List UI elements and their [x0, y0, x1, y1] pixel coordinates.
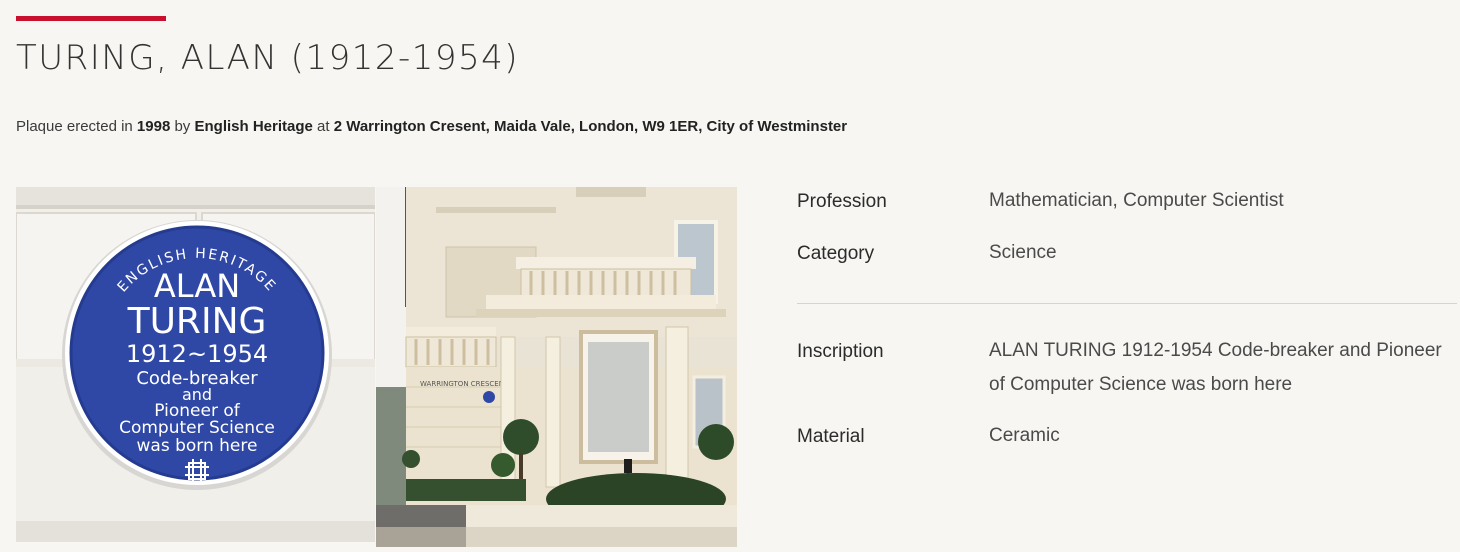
street-sign: WARRINGTON CRESCENT	[420, 380, 509, 388]
category-label: Category	[797, 243, 875, 264]
plaque-line3: 1912~1954	[126, 340, 268, 368]
plaque-line8: was born here	[137, 436, 258, 456]
material-label: Material	[797, 426, 865, 447]
material-value: Ceramic	[989, 425, 1060, 446]
building-photo[interactable]: WARRINGTON CRESCENT	[376, 187, 737, 547]
plaque-line7: Computer Science	[119, 418, 275, 438]
meta-prefix: Plaque erected in	[16, 118, 133, 135]
meta-address[interactable]: 2 Warrington Cresent, Maida Vale, London…	[334, 118, 847, 135]
meta-by: by	[174, 118, 191, 135]
plaque-meta: Plaque erected in 1998 by English Herita…	[16, 118, 847, 135]
inscription-label: Inscription	[797, 341, 884, 362]
page: TURING, ALAN (1912-1954) Plaque erected …	[0, 0, 1460, 552]
meta-at: at	[317, 118, 330, 135]
profession-label: Profession	[797, 191, 887, 212]
meta-year[interactable]: 1998	[137, 118, 170, 135]
page-title: TURING, ALAN (1912-1954)	[16, 38, 520, 78]
plaque-line1: ALAN	[154, 267, 240, 305]
accent-bar	[16, 16, 166, 21]
inscription-value: ALAN TURING 1912-1954 Code-breaker and P…	[989, 340, 1442, 395]
plaque-image: ENGLISH HERITAGE ALAN TURING 1912~1954 C…	[16, 187, 375, 542]
meta-organisation[interactable]: English Heritage	[194, 118, 312, 135]
category-value[interactable]: Science	[989, 236, 1459, 270]
profession-value[interactable]: Mathematician, Computer Scientist	[989, 184, 1459, 218]
details-divider	[797, 303, 1457, 304]
building-image: WARRINGTON CRESCENT	[376, 187, 737, 547]
plaque-photo[interactable]: ENGLISH HERITAGE ALAN TURING 1912~1954 C…	[16, 187, 375, 542]
plaque-line2: TURING	[127, 301, 267, 342]
